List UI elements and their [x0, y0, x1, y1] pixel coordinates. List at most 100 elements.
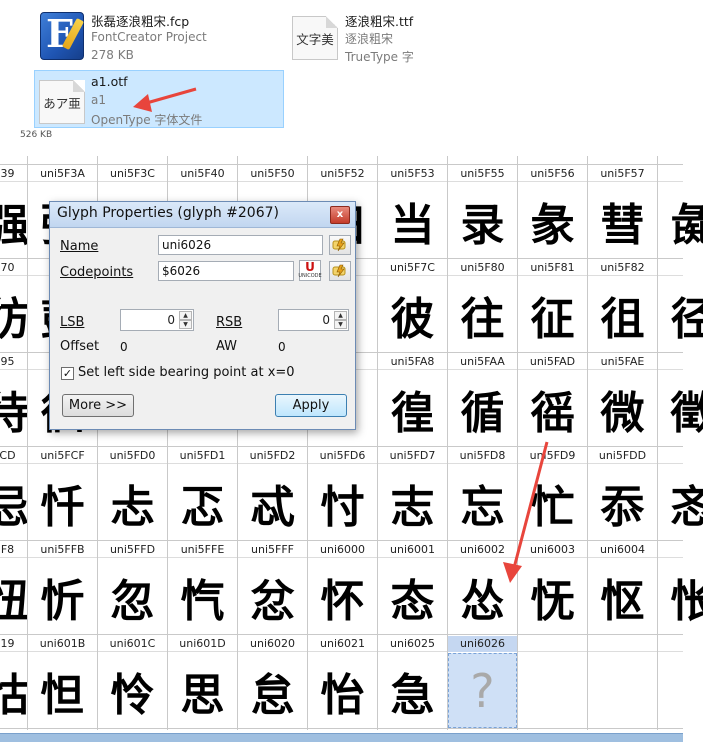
- unicode-lookup-button[interactable]: U UNICODE: [298, 260, 322, 281]
- glyph-cell-label: [658, 260, 703, 276]
- file-item-otf[interactable]: あア亜 a1.otf a1 OpenType 字体文件: [34, 70, 284, 128]
- glyph-cell-label: uni5FD0: [109, 449, 156, 462]
- glyph-cell[interactable]: 忌: [0, 465, 27, 540]
- glyph-cell[interactable]: 怛: [28, 653, 97, 728]
- glyph-cell[interactable]: 怜: [98, 653, 167, 728]
- name-apply-button[interactable]: [329, 235, 351, 255]
- glyph-cell-label: uni6001: [390, 543, 435, 556]
- glyph-cell[interactable]: 循: [448, 371, 517, 446]
- glyph-cell[interactable]: 彘: [658, 183, 703, 258]
- lsb-checkbox[interactable]: ✓: [61, 367, 74, 380]
- glyph-cell-label: uni6003: [530, 543, 575, 556]
- glyph-cell-label: uni6021: [320, 637, 365, 650]
- file-item-ttf[interactable]: 文字美 逐浪粗宋.ttf 逐浪粗宋 TrueType 字: [288, 6, 468, 66]
- glyph-cell[interactable]: 怅: [658, 559, 703, 634]
- glyph-cell[interactable]: 强: [0, 183, 27, 258]
- glyph-cell[interactable]: 怀: [308, 559, 377, 634]
- glyph-cell[interactable]: 怂: [448, 559, 517, 634]
- glyph-cell[interactable]: 徭: [518, 371, 587, 446]
- glyph-cell-label: uni5FD1: [179, 449, 226, 462]
- glyph-cell[interactable]: 怠: [238, 653, 307, 728]
- file-subtitle: a1: [91, 93, 106, 107]
- glyph-cell-label: 70: [0, 261, 15, 274]
- grid-line: [0, 540, 683, 541]
- glyph-cell-label: uni5F52: [320, 167, 365, 180]
- horizontal-scrollbar[interactable]: [0, 733, 683, 742]
- glyph-cell[interactable]: 急: [378, 653, 447, 728]
- name-field[interactable]: uni6026: [158, 235, 323, 255]
- file-name: 张磊逐浪粗宋.fcp: [91, 14, 190, 29]
- aw-label: AW: [216, 339, 238, 354]
- glyph-cell[interactable]: 往: [448, 277, 517, 352]
- glyph-cell[interactable]: 思: [168, 653, 237, 728]
- glyph-cell[interactable]: 径: [658, 277, 703, 352]
- glyph-cell[interactable]: 忝: [588, 465, 657, 540]
- selected-glyph-cell[interactable]: ?: [448, 653, 517, 728]
- glyph-cell[interactable]: 待: [0, 371, 27, 446]
- file-type: FontCreator Project: [91, 30, 207, 44]
- glyph-cell-label: uni5FAD: [529, 355, 576, 368]
- glyph-cell[interactable]: 徨: [378, 371, 447, 446]
- glyph-cell-label: uni5FD2: [249, 449, 296, 462]
- glyph-cell-label: uni5FD9: [529, 449, 576, 462]
- glyph-cell[interactable]: 忽: [98, 559, 167, 634]
- glyph-cell[interactable]: 怄: [588, 559, 657, 634]
- truetype-font-icon: 文字美: [292, 16, 338, 60]
- glyph-cell[interactable]: 当: [378, 183, 447, 258]
- codepoints-apply-button[interactable]: [329, 261, 351, 281]
- apply-button[interactable]: Apply: [275, 394, 347, 417]
- checkbox-label[interactable]: Set left side bearing point at x=0: [78, 365, 295, 380]
- glyph-cell[interactable]: 忸: [0, 559, 27, 634]
- glyph-cell[interactable]: 怙: [0, 653, 27, 728]
- glyph-cell[interactable]: 忻: [28, 559, 97, 634]
- glyph-cell[interactable]: 彖: [518, 183, 587, 258]
- glyph-cell[interactable]: 忙: [518, 465, 587, 540]
- opentype-font-icon: あア亜: [39, 80, 85, 124]
- file-item-fcp[interactable]: F 张磊逐浪粗宋.fcp FontCreator Project 278 KB: [34, 6, 284, 66]
- glyph-cell[interactable]: 徵: [658, 371, 703, 446]
- more-button[interactable]: More >>: [62, 394, 134, 417]
- glyph-cell[interactable]: 怡: [308, 653, 377, 728]
- glyph-cell[interactable]: 录: [448, 183, 517, 258]
- glyph-cell[interactable]: 忑: [168, 465, 237, 540]
- codepoints-field[interactable]: $6026: [158, 261, 294, 281]
- glyph-cell[interactable]: 忒: [238, 465, 307, 540]
- glyph-cell-label: uni5FCF: [40, 449, 85, 462]
- glyph-cell[interactable]: 忖: [308, 465, 377, 540]
- glyph-cell[interactable]: 征: [518, 277, 587, 352]
- glyph-cell-label: uni5F82: [600, 261, 645, 274]
- grid-line: [0, 728, 683, 729]
- glyph-cell[interactable]: 彼: [378, 277, 447, 352]
- glyph-cell[interactable]: 态: [378, 559, 447, 634]
- spin-down-icon[interactable]: ▼: [334, 320, 347, 329]
- spin-up-icon[interactable]: ▲: [179, 311, 192, 320]
- glyph-cell[interactable]: 怃: [518, 559, 587, 634]
- glyph-cell-label: uni5FDD: [598, 449, 647, 462]
- glyph-cell[interactable]: 彷: [0, 277, 27, 352]
- glyph-cell[interactable]: 志: [378, 465, 447, 540]
- glyph-cell[interactable]: 微: [588, 371, 657, 446]
- glyph-cell[interactable]: 彗: [588, 183, 657, 258]
- glyph-cell[interactable]: 忿: [238, 559, 307, 634]
- glyph-cell[interactable]: 忘: [448, 465, 517, 540]
- glyph-cell[interactable]: 忾: [168, 559, 237, 634]
- glyph-cell-label: uni601C: [109, 637, 156, 650]
- glyph-cell[interactable]: 忏: [28, 465, 97, 540]
- file-subtitle: 逐浪粗宋: [345, 32, 394, 46]
- spin-down-icon[interactable]: ▼: [179, 320, 192, 329]
- glyph-cell-label: uni5F50: [250, 167, 295, 180]
- file-type: TrueType 字: [345, 50, 414, 64]
- glyph-cell[interactable]: 忐: [98, 465, 167, 540]
- close-icon[interactable]: x: [330, 206, 350, 224]
- lsb-spinner[interactable]: 0 ▲ ▼: [120, 309, 194, 331]
- glyph-cell-label: uni5F57: [600, 167, 645, 180]
- rsb-spinner[interactable]: 0 ▲ ▼: [278, 309, 349, 331]
- glyph-cell[interactable]: 忞: [658, 465, 703, 540]
- glyph-cell[interactable]: 徂: [588, 277, 657, 352]
- file-name: a1.otf: [91, 74, 128, 89]
- rsb-label: RSB: [216, 315, 243, 330]
- spin-up-icon[interactable]: ▲: [334, 311, 347, 320]
- glyph-cell-label: uni6025: [390, 637, 435, 650]
- dialog-title: Glyph Properties (glyph #2067): [57, 205, 279, 221]
- dialog-titlebar[interactable]: Glyph Properties (glyph #2067) x: [50, 202, 355, 228]
